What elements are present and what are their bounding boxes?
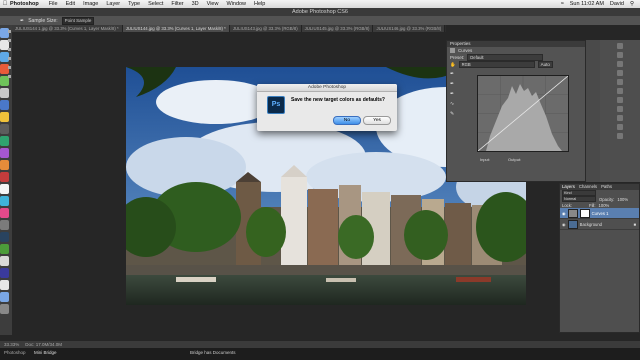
mask-thumbnail[interactable] [579,208,590,218]
tab-photoshop[interactable]: Photoshop [4,350,26,355]
menu-type[interactable]: Type [128,1,140,7]
dialog-title: Adobe Photoshop [257,84,397,92]
menu-view[interactable]: View [207,1,219,7]
menu-app-name[interactable]: Photoshop [10,1,39,7]
menu-bar:  Photoshop File Edit Image Layer Type S… [0,0,640,8]
save-target-colors-dialog: Adobe Photoshop Ps Save the new target c… [257,84,397,131]
history-icon[interactable] [617,43,623,49]
histogram-curve [477,75,569,152]
doc-tab-1[interactable]: JULIUS144 1.jpg @ 33.3% (Curves 1, Layer… [12,25,123,32]
styles-icon[interactable] [617,88,623,94]
layer-thumbnail [567,219,578,229]
clock[interactable]: Sun 11:02 AM [570,1,604,7]
color-icon[interactable] [617,61,623,67]
eyedropper-white-icon[interactable]: ✒ [450,91,454,97]
bridge-status: Bridge has Documents [190,350,236,355]
menu-3d[interactable]: 3D [192,1,199,7]
menu-edit[interactable]: Edit [66,1,75,7]
sample-size-label: Sample Size: [28,17,58,24]
wifi-icon[interactable]: ≈ [561,1,564,7]
input-label: Input: [480,157,491,162]
layers-panel: Layers Channels Paths Kind Normal Opacit… [559,183,640,333]
panel-collapse-strip [586,40,600,182]
adjustments-icon[interactable] [617,79,623,85]
move-tool-icon[interactable] [8,30,11,33]
curves-adjust-icon [450,48,455,53]
eyedropper-tool-icon[interactable] [8,66,11,69]
layer-name[interactable]: Background [580,222,602,227]
doc-tab-3[interactable]: JULIUS143.jpg @ 33.3% (RGB/8) [229,25,302,32]
auto-button[interactable]: Auto [537,61,553,68]
channel-select[interactable]: RGB [458,61,535,68]
window-title: Adobe Photoshop CS6 [0,8,640,16]
photoshop-logo-icon: Ps [267,96,285,114]
crop-tool-icon[interactable] [8,57,11,60]
eyedropper-black-icon[interactable]: ✒ [450,71,454,77]
preset-label: Preset: [450,55,465,60]
opacity-label: Opacity: [599,196,615,202]
marquee-tool-icon[interactable] [8,39,11,42]
adjustment-thumbnail [567,208,578,218]
layer-name[interactable]: Curves 1 [592,211,609,216]
doc-tab-2[interactable]: JULIUS144.jpg @ 33.3% (Curves 1, Layer M… [122,25,230,32]
status-bar: 33.33% Doc: 17.0M/34.0M [0,341,640,348]
eyedropper-gray-icon[interactable]: ✒ [450,81,454,87]
menu-window[interactable]: Window [226,1,246,7]
hand-adjust-icon[interactable]: ✋ [450,62,456,68]
input-output-row: Input: Output: [480,157,521,162]
brush-icon[interactable] [617,115,623,121]
character-icon[interactable] [617,97,623,103]
visibility-eye-icon[interactable]: ◉ [562,222,566,227]
tab-mini-bridge[interactable]: Mini Bridge [34,350,57,355]
panel-icon-column [600,40,640,182]
options-bar: ✒ Sample Size: Point Sample [0,16,640,25]
doc-size: Doc: 17.0M/34.0M [25,342,63,347]
blend-mode-select[interactable]: Normal [562,196,596,202]
search-icon[interactable]: ⚲ [630,1,634,7]
curve-tools: ✒ ✒ ✒ ∿ ✎ [450,71,454,117]
fill-label: Fill: [589,202,596,208]
tab-paths[interactable]: Paths [601,184,612,190]
menu-select[interactable]: Select [148,1,163,7]
brush-tool-icon[interactable] [8,75,11,78]
lock-icon: ■ [633,221,636,227]
output-label: Output: [508,157,522,162]
visibility-eye-icon[interactable]: ◉ [562,211,566,216]
curves-panel-name: Curves [458,48,473,53]
preset-select[interactable]: Default [467,54,544,61]
tool-strip [8,30,12,330]
menu-image[interactable]: Image [83,1,98,7]
eyedropper-tool-icon[interactable]: ✒ [20,18,24,24]
menu-file[interactable]: File [49,1,58,7]
fill-value[interactable]: 100% [599,203,610,208]
doc-tab-4[interactable]: JULIUS145.jpg @ 33.3% (RGB/8) [301,25,374,32]
sample-size-select[interactable]: Point Sample [61,16,95,25]
clone-source-icon[interactable] [617,124,623,130]
swatches-icon[interactable] [617,70,623,76]
doc-tab-5[interactable]: JULIUS146.jpg @ 33.3% (RGB/8) [373,25,446,32]
lock-label: Lock: [562,202,573,208]
pencil-icon[interactable]: ✎ [450,111,454,117]
curves-graph[interactable] [477,75,569,152]
layer-row-curves[interactable]: ◉ Curves 1 [560,208,639,219]
opacity-value[interactable]: 100% [617,197,628,202]
menu-filter[interactable]: Filter [171,1,183,7]
zoom-level[interactable]: 33.33% [4,342,19,347]
dialog-message: Save the new target colors as defaults? [291,97,385,103]
info-icon[interactable] [617,133,623,139]
apple-menu-icon[interactable]:  [0,1,10,7]
yes-button[interactable]: Yes [363,116,391,125]
actions-icon[interactable] [617,52,623,58]
lasso-tool-icon[interactable] [8,48,11,51]
no-button[interactable]: No [333,116,361,125]
curve-point-icon[interactable]: ∿ [450,101,454,107]
menu-help[interactable]: Help [254,1,265,7]
document-tabs: JULIUS144 1.jpg @ 33.3% (Curves 1, Layer… [12,25,446,32]
user-name[interactable]: David [610,1,624,7]
menu-layer[interactable]: Layer [106,1,120,7]
bottom-panel-bar: Photoshop Mini Bridge [0,348,640,360]
layer-row-background[interactable]: ◉ Background ■ [560,219,639,230]
paragraph-icon[interactable] [617,106,623,112]
